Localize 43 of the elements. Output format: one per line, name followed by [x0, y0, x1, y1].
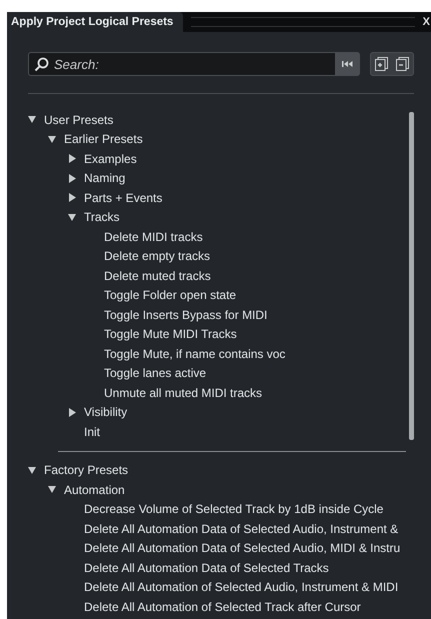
search-field[interactable]: Search: — [28, 52, 335, 76]
collapse-arrow-icon[interactable] — [48, 134, 56, 144]
folder-label[interactable]: Examples — [84, 152, 137, 166]
expand-all-button[interactable] — [375, 57, 388, 71]
preset-item[interactable]: Decrease Volume of Selected Track by 1dB inside Cycle — [84, 502, 384, 516]
preset-item[interactable]: Delete All Automation Data of Selected Audio, MIDI & Instru — [84, 541, 400, 556]
folder-label[interactable]: User Presets — [44, 112, 114, 127]
search-icon — [34, 57, 49, 72]
collapse-arrow-icon[interactable] — [68, 212, 76, 222]
folder-label[interactable]: Naming — [84, 171, 126, 186]
preset-item[interactable]: Delete All Automation of Selected Audio, Instrument & MIDI — [84, 580, 398, 594]
preset-item[interactable]: Init — [84, 424, 100, 439]
preset-item[interactable]: Delete muted tracks — [104, 268, 211, 283]
preset-item[interactable]: Delete All Automation of Selected Track after Cursor — [84, 600, 361, 614]
preset-item[interactable]: Toggle Mute, if name contains voc — [104, 346, 286, 361]
preset-item[interactable]: Toggle Mute MIDI Tracks — [104, 327, 237, 342]
rewind-button[interactable] — [335, 52, 360, 76]
expand-arrow-icon[interactable] — [68, 174, 76, 183]
close-button[interactable]: X — [422, 12, 430, 32]
panel-tab[interactable]: Apply Project Logical Presets — [7, 12, 184, 32]
preset-item[interactable]: Toggle lanes active — [104, 366, 206, 380]
preset-item[interactable]: Unmute all muted MIDI tracks — [104, 386, 262, 400]
expand-arrow-icon[interactable] — [68, 154, 76, 164]
preset-item[interactable]: Toggle Folder open state — [104, 288, 236, 302]
collapse-all-button[interactable] — [396, 57, 409, 71]
preset-item[interactable]: Toggle Inserts Bypass for MIDI — [104, 308, 268, 322]
rewind-icon — [342, 61, 353, 67]
folder-label[interactable]: Visibility — [84, 405, 128, 420]
folder-label[interactable]: Automation — [64, 482, 125, 497]
scrollbar[interactable] — [409, 112, 414, 440]
folder-label[interactable]: Factory Presets — [44, 463, 128, 478]
collapse-arrow-icon[interactable] — [48, 485, 56, 494]
expand-arrow-icon[interactable] — [68, 193, 76, 202]
collapse-arrow-icon[interactable] — [28, 115, 36, 124]
preset-item[interactable]: Delete empty tracks — [104, 249, 210, 264]
preset-item[interactable]: Delete All Automation Data of Selected Audio, Instrument & — [84, 522, 398, 536]
folder-label[interactable]: Earlier Presets — [64, 132, 143, 146]
folder-label[interactable]: Parts + Events — [84, 190, 162, 205]
preset-item[interactable]: Delete MIDI tracks — [104, 230, 203, 244]
collapse-arrow-icon[interactable] — [28, 466, 36, 475]
preset-item[interactable]: Delete All Automation Data of Selected Tracks — [84, 560, 329, 575]
expand-arrow-icon[interactable] — [68, 408, 76, 417]
folder-label[interactable]: Tracks — [84, 210, 120, 224]
